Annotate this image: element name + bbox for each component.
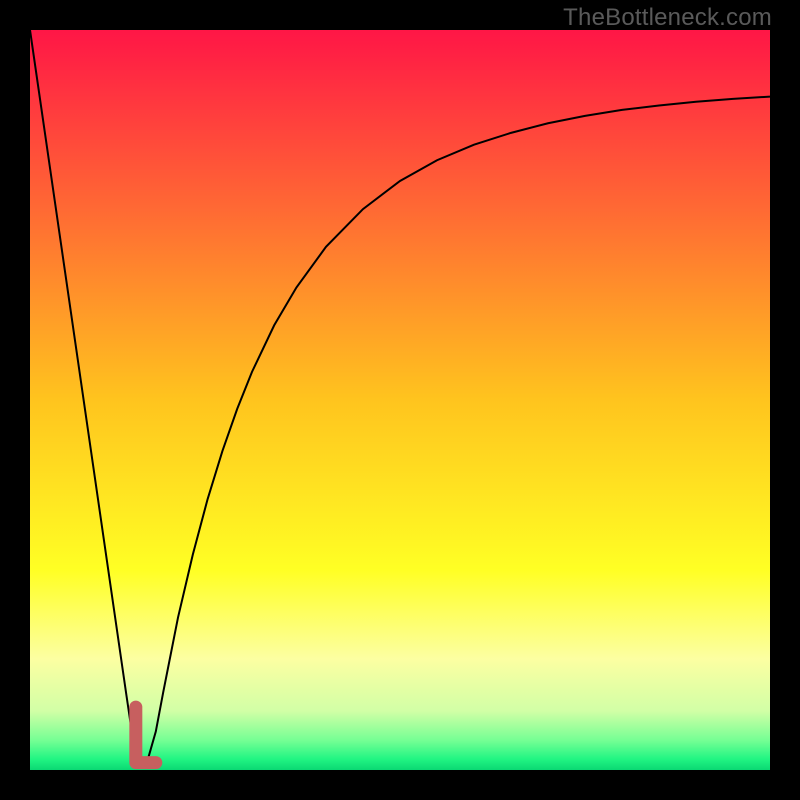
- chart-background: [30, 30, 770, 770]
- chart-svg: [30, 30, 770, 770]
- chart-container: TheBottleneck.com: [0, 0, 800, 800]
- watermark-text: TheBottleneck.com: [563, 4, 772, 32]
